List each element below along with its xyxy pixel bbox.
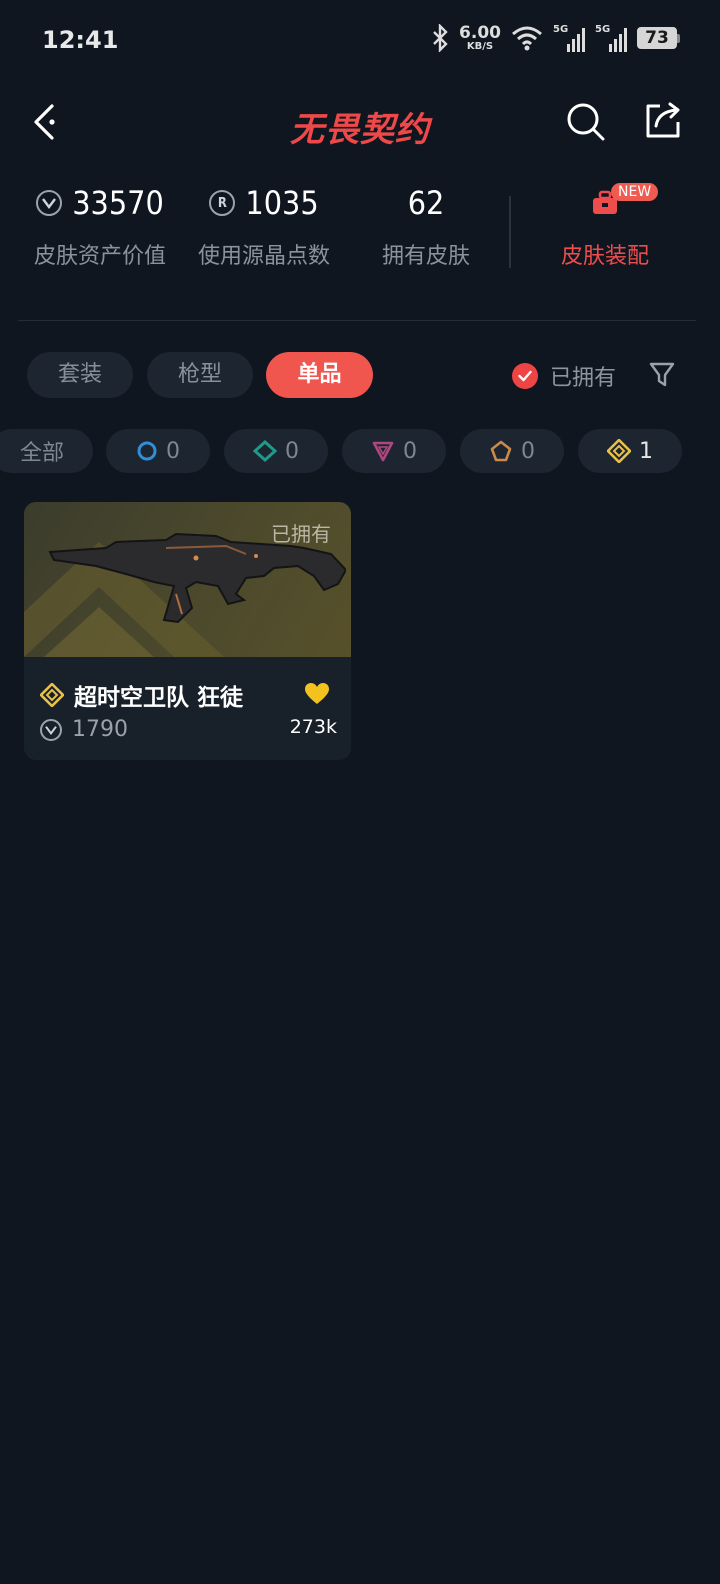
rarity-filter-bar: 全部 0 0 0 0 1	[0, 429, 720, 475]
share-icon[interactable]	[642, 100, 684, 142]
filter-icon[interactable]	[648, 360, 676, 390]
heart-icon[interactable]	[304, 682, 330, 706]
skin-thumbnail: 已拥有	[24, 502, 351, 657]
new-badge: NEW	[611, 183, 659, 201]
deluxe-tier-icon	[253, 440, 277, 462]
search-icon[interactable]	[566, 102, 606, 142]
tab-bundles[interactable]: 套装	[27, 352, 133, 398]
network-speed: 6.00 KB/S	[459, 22, 501, 52]
stats-divider	[509, 196, 511, 268]
rarity-filter-premium[interactable]: 0	[342, 429, 446, 473]
section-divider	[18, 320, 696, 321]
top-bar: 无畏契约	[0, 90, 720, 160]
stats-panel: 33570 皮肤资产价值 R 1035 使用源晶点数 62 拥有皮肤 NEW 皮…	[0, 180, 720, 290]
checkmark-icon	[512, 363, 538, 389]
wifi-icon	[512, 26, 542, 51]
select-tier-icon	[137, 441, 157, 461]
stat-asset-value: 33570 皮肤资产价值	[33, 184, 166, 269]
status-icons: 6.00 KB/S 5G 5G 73	[431, 24, 680, 52]
owned-filter-toggle[interactable]: 已拥有	[512, 360, 616, 392]
rarity-filter-exclusive[interactable]: 1	[578, 429, 682, 473]
vp-coin-icon	[36, 190, 63, 216]
stat-radianite-used: R 1035 使用源晶点数	[197, 184, 330, 269]
signal-icon-2: 5G	[595, 24, 627, 52]
radianite-icon: R	[209, 190, 236, 216]
tab-weapon-types[interactable]: 枪型	[147, 352, 253, 398]
signal-icon: 5G	[553, 24, 585, 52]
rarity-filter-all[interactable]: 全部	[0, 429, 93, 473]
skin-price: 1790	[40, 717, 128, 742]
exclusive-tier-icon	[607, 439, 631, 463]
skin-name: 超时空卫队 狂徒	[74, 685, 244, 711]
like-count: 273k	[289, 716, 337, 738]
status-bar: 12:41 6.00 KB/S 5G 5G 73	[0, 0, 720, 80]
rarity-filter-select[interactable]: 0	[106, 429, 210, 473]
battery-icon: 73	[637, 27, 680, 49]
skin-name-row: 超时空卫队 狂徒	[40, 678, 243, 712]
category-tabs: 套装 枪型 单品 已拥有	[0, 352, 720, 400]
owned-tag: 已拥有	[271, 522, 331, 546]
ultra-tier-icon	[490, 440, 512, 462]
stat-owned-skins: 62 拥有皮肤	[381, 184, 470, 269]
skin-card[interactable]: 已拥有 超时空卫队 狂徒 1790 273k	[24, 502, 351, 760]
rarity-filter-ultra[interactable]: 0	[460, 429, 564, 473]
exclusive-tier-icon	[40, 683, 64, 707]
status-time: 12:41	[42, 26, 119, 54]
bluetooth-icon	[433, 24, 448, 52]
skin-loadout-button[interactable]: NEW 皮肤装配	[545, 180, 665, 270]
tab-single-items[interactable]: 单品	[266, 352, 373, 398]
app-logo: 无畏契约	[290, 110, 430, 150]
rarity-filter-deluxe[interactable]: 0	[224, 429, 328, 473]
vp-coin-icon	[40, 718, 62, 741]
premium-tier-icon	[372, 441, 394, 462]
